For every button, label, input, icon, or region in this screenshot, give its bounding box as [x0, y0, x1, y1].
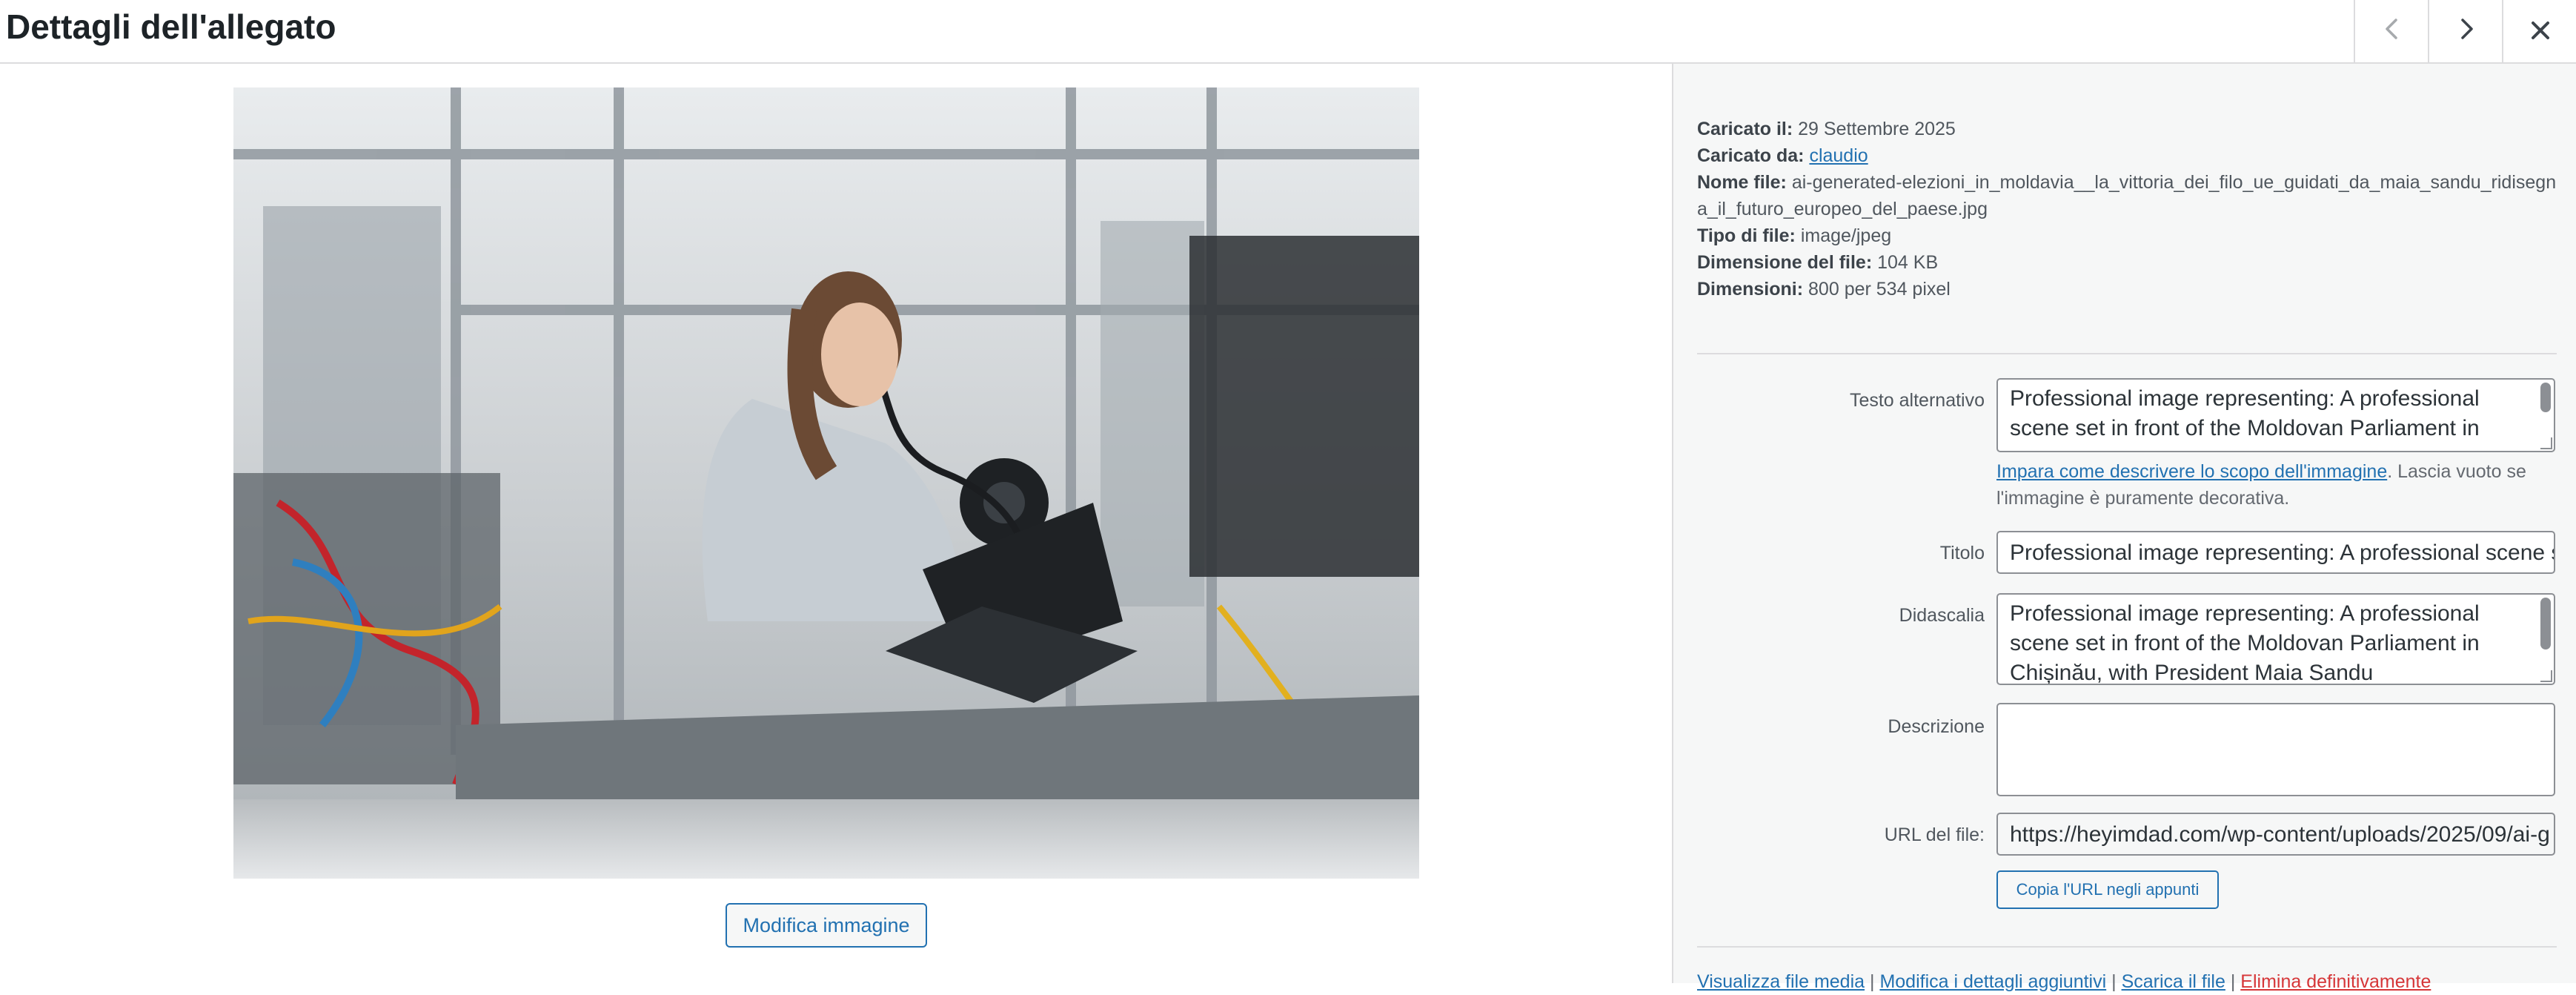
modal-header: Dettagli dell'allegato	[0, 0, 2576, 64]
uploaded-by-label: Caricato da:	[1697, 145, 1805, 166]
dimensions-label: Dimensioni:	[1697, 279, 1804, 300]
attachment-image-illustration	[233, 87, 1419, 879]
copy-url-button[interactable]: Copia l'URL negli appunti	[1996, 870, 2219, 909]
caption-scrollbar[interactable]	[2540, 598, 2551, 649]
alt-text-scrollbar[interactable]	[2540, 383, 2551, 412]
uploaded-on-value: 29 Settembre 2025	[1798, 119, 1956, 139]
divider	[1697, 353, 2557, 354]
chevron-left-icon	[2380, 13, 2405, 50]
separator: |	[2106, 971, 2122, 992]
separator: |	[2225, 971, 2241, 992]
description-label: Descrizione	[1888, 716, 1985, 737]
uploaded-on-label: Caricato il:	[1697, 119, 1793, 139]
alt-text-help-link[interactable]: Impara come descrivere lo scopo dell'imm…	[1996, 461, 2387, 482]
uploaded-by-row: Caricato da: claudio	[1697, 142, 2557, 169]
file-url-value: https://heyimdad.com/wp-content/uploads/…	[2010, 822, 2550, 847]
delete-permanently-link[interactable]: Elimina definitivamente	[2240, 971, 2431, 992]
edit-image-button[interactable]: Modifica immagine	[726, 903, 927, 948]
file-details: Caricato il: 29 Settembre 2025 Caricato …	[1697, 116, 2557, 303]
title-field[interactable]: Professional image representing: A profe…	[1996, 531, 2555, 574]
attachment-image	[233, 87, 1419, 879]
download-file-link[interactable]: Scarica il file	[2122, 971, 2225, 992]
caption-field[interactable]: Professional image representing: A profe…	[1996, 593, 2555, 685]
file-size-value: 104 KB	[1877, 252, 1939, 273]
description-field[interactable]	[1996, 703, 2555, 796]
close-button[interactable]	[2502, 0, 2576, 62]
file-type-row: Tipo di file: image/jpeg	[1697, 222, 2557, 249]
separator: |	[1865, 971, 1880, 992]
edit-more-details-link[interactable]: Modifica i dettagli aggiuntivi	[1879, 971, 2106, 992]
file-url-field[interactable]: https://heyimdad.com/wp-content/uploads/…	[1996, 813, 2555, 856]
file-type-label: Tipo di file:	[1697, 225, 1796, 246]
uploaded-on-row: Caricato il: 29 Settembre 2025	[1697, 116, 2557, 142]
attachment-details-sidebar: Caricato il: 29 Settembre 2025 Caricato …	[1672, 64, 2576, 992]
next-attachment-button[interactable]	[2428, 0, 2503, 62]
file-type-value: image/jpeg	[1800, 225, 1892, 246]
attachment-actions: Visualizza file media | Modifica i detta…	[1697, 968, 2431, 995]
uploader-link[interactable]: claudio	[1809, 145, 1868, 166]
close-icon	[2529, 13, 2552, 50]
chevron-right-icon	[2454, 13, 2479, 50]
alt-text-field[interactable]: Professional image representing: A profe…	[1996, 378, 2555, 452]
file-name-value: ai-generated-elezioni_in_moldavia__la_vi…	[1697, 172, 2557, 219]
title-label: Titolo	[1939, 543, 1985, 563]
attachment-preview: Modifica immagine	[0, 64, 1672, 983]
file-url-label: URL del file:	[1884, 824, 1985, 845]
resize-handle-icon[interactable]	[2540, 437, 2552, 449]
caption-label: Didascalia	[1899, 605, 1985, 626]
previous-attachment-button[interactable]	[2354, 0, 2429, 62]
file-name-row: Nome file: ai-generated-elezioni_in_mold…	[1697, 169, 2557, 222]
view-media-link[interactable]: Visualizza file media	[1697, 971, 1865, 992]
alt-text-help: Impara come descrivere lo scopo dell'imm…	[1996, 458, 2555, 512]
file-size-label: Dimensione del file:	[1697, 252, 1873, 273]
file-name-label: Nome file:	[1697, 172, 1787, 193]
dimensions-row: Dimensioni: 800 per 534 pixel	[1697, 276, 2557, 303]
title-value: Professional image representing: A profe…	[2010, 541, 2555, 565]
dimensions-value: 800 per 534 pixel	[1808, 279, 1951, 300]
caption-value: Professional image representing: A profe…	[2010, 601, 2480, 685]
file-size-row: Dimensione del file: 104 KB	[1697, 249, 2557, 276]
alt-text-value: Professional image representing: A profe…	[2010, 386, 2480, 440]
divider	[1697, 946, 2557, 948]
alt-text-label: Testo alternativo	[1849, 390, 1985, 411]
page-title: Dettagli dell'allegato	[6, 7, 336, 46]
resize-handle-icon[interactable]	[2540, 670, 2552, 682]
